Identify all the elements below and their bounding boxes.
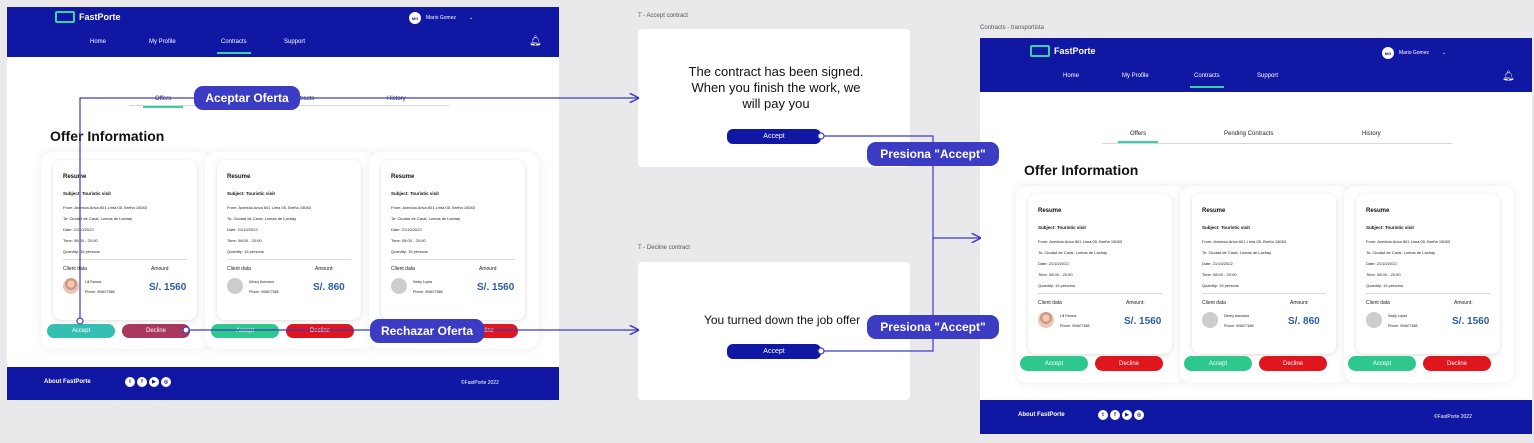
flow-arrows [76, 0, 1534, 355]
accept-flow-arrow [79, 98, 638, 321]
callout-accept-offer: Aceptar Oferta [194, 86, 300, 110]
callout-press-accept-2: Presiona "Accept" [867, 315, 999, 339]
callout-reject-offer: Rechazar Oferta [370, 319, 484, 343]
callout-press-accept-1: Presiona "Accept" [867, 142, 999, 166]
